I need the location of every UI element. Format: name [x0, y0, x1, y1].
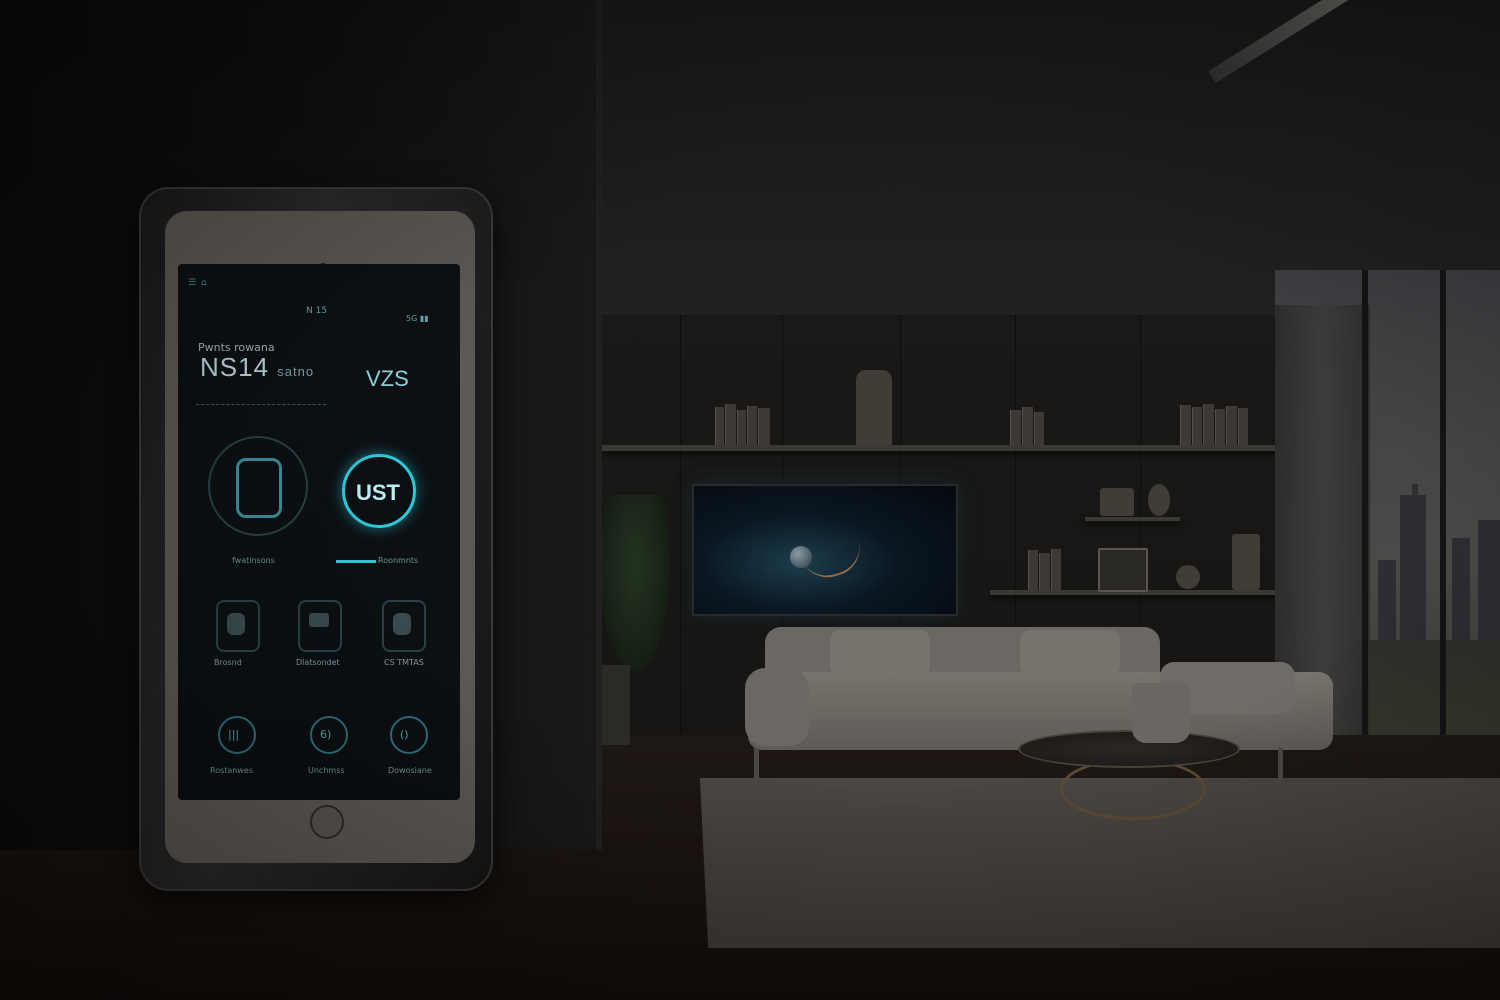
book: [1051, 549, 1061, 590]
book: [1039, 553, 1050, 590]
sofa-cushion: [1020, 630, 1120, 676]
status-bar-center: N 15: [306, 306, 328, 316]
wall-panel-seam: [680, 315, 681, 735]
book: [1215, 409, 1225, 445]
planter: [598, 665, 630, 745]
decor-object: [1176, 565, 1200, 589]
small-shelf: [1085, 517, 1180, 521]
upper-shelf: [600, 445, 1305, 451]
table-vase: [1132, 683, 1190, 743]
bottom-caption: Unchmss: [308, 766, 345, 775]
primary-reading: NS14 satno: [200, 352, 314, 383]
book: [725, 404, 736, 445]
ceiling: [600, 0, 1500, 315]
bottom-caption: Rostanwes: [210, 766, 254, 775]
decor-object: [1100, 488, 1134, 516]
book: [1028, 550, 1038, 590]
book: [758, 408, 770, 445]
bottom-caption: Dowosiane: [388, 766, 432, 775]
sculpture: [856, 370, 892, 445]
sofa-leg: [1278, 748, 1283, 780]
tile-caption: Dlatsondet: [296, 658, 340, 667]
sofa-cushion: [830, 630, 930, 676]
skyline-building: [1378, 560, 1396, 645]
book: [1203, 404, 1214, 445]
coffee-table-top: [1018, 730, 1240, 768]
city-greenery: [1370, 640, 1500, 735]
book: [1238, 408, 1248, 445]
television: [692, 484, 958, 616]
book: [1022, 407, 1033, 445]
book: [1180, 405, 1191, 445]
skyline-spire: [1412, 484, 1418, 496]
potted-plant: [600, 495, 670, 670]
book: [1010, 410, 1021, 445]
status-bar-left: ☰ ⌂: [188, 278, 208, 288]
book: [747, 406, 757, 445]
power-button[interactable]: [390, 716, 428, 754]
active-indicator: [336, 560, 376, 563]
status-bar-right: 5G ▮▮: [406, 314, 429, 323]
sofa-arm: [745, 668, 809, 746]
skyline-tower: [1400, 495, 1426, 645]
divider: [196, 404, 326, 406]
right-dial-label: UST: [356, 480, 400, 505]
column-edge: [596, 0, 602, 850]
secondary-reading: VZS: [366, 366, 409, 391]
book: [1226, 406, 1237, 445]
book: [715, 407, 724, 445]
living-room-scene: ☰ ⌂ N 15 5G ▮▮ Pwnts rowana NS14 satno V…: [0, 0, 1500, 1000]
right-dial-caption: Roonmnts: [378, 556, 419, 565]
tile-caption: Brosnd: [214, 658, 242, 667]
power-icon: (): [400, 728, 409, 741]
book: [1034, 412, 1044, 445]
tile-caption: CS TMTAS: [384, 658, 424, 667]
book: [737, 410, 746, 445]
sofa-leg: [754, 748, 759, 780]
tv-comet-trail: [801, 539, 867, 585]
primary-value: NS14: [200, 352, 270, 382]
primary-suffix: satno: [277, 364, 315, 379]
mode-icon: 6): [320, 728, 332, 741]
window-frame: [1440, 270, 1446, 740]
vase-ornament: [1232, 534, 1260, 590]
skyline-building: [1452, 538, 1470, 645]
left-dial-caption: fwatinsons: [232, 556, 275, 565]
equalizer-icon: |||: [228, 728, 240, 741]
boot-icon: [393, 613, 411, 635]
pear-icon: [227, 613, 245, 635]
home-button[interactable]: [310, 805, 344, 839]
device-icon: [236, 458, 282, 518]
skyline-building: [1478, 520, 1500, 645]
tablet-screen[interactable]: ☰ ⌂ N 15 5G ▮▮ Pwnts rowana NS14 satno V…: [178, 264, 460, 800]
decor-object: [1148, 484, 1170, 516]
window-frame: [1362, 270, 1368, 740]
device-icon: [309, 613, 329, 627]
picture-frame: [1098, 548, 1148, 592]
book: [1192, 407, 1202, 445]
